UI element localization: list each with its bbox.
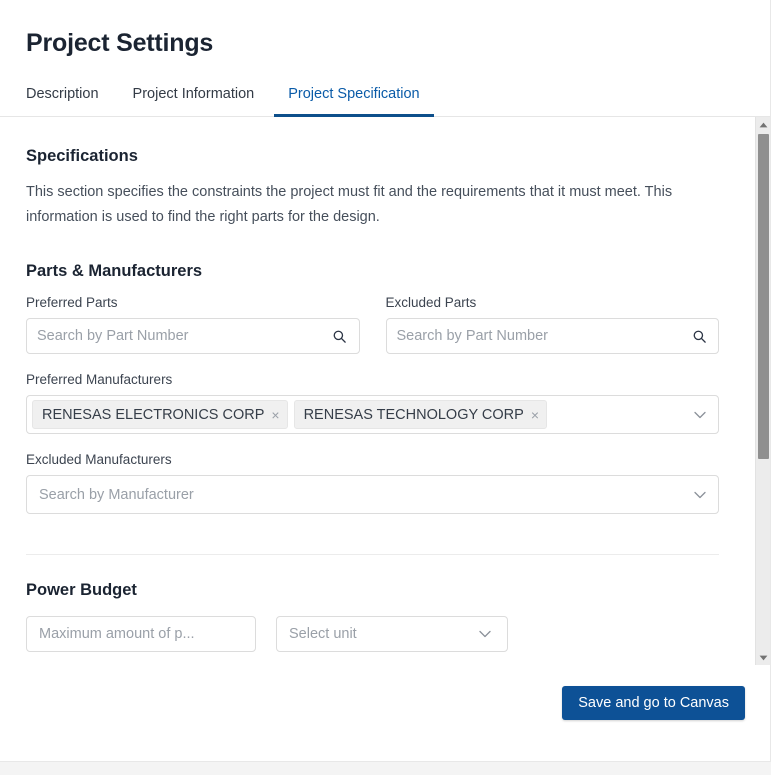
power-budget-amount-placeholder: Maximum amount of p... [39, 626, 195, 642]
excluded-manufacturers-label: Excluded Manufacturers [26, 452, 172, 467]
parts-manufacturers-heading: Parts & Manufacturers [26, 262, 203, 280]
chevron-down-icon[interactable] [692, 407, 708, 423]
preferred-parts-placeholder: Search by Part Number [37, 328, 189, 344]
tag-label: RENESAS ELECTRONICS CORP [42, 406, 265, 423]
save-and-go-to-canvas-button[interactable]: Save and go to Canvas [562, 686, 745, 720]
power-budget-heading: Power Budget [26, 581, 137, 599]
excluded-manufacturers-select[interactable]: Search by Manufacturer [26, 475, 719, 514]
preferred-parts-input[interactable]: Search by Part Number [26, 318, 360, 354]
preferred-parts-label: Preferred Parts [26, 295, 118, 310]
card-footer: Save and go to Canvas [0, 665, 770, 741]
scroll-down-arrow-icon[interactable] [756, 650, 770, 665]
tag-item[interactable]: RENESAS TECHNOLOGY CORP × [293, 400, 548, 429]
preferred-manufacturers-select[interactable]: RENESAS ELECTRONICS CORP × RENESAS TECHN… [26, 395, 719, 434]
tag-item[interactable]: RENESAS ELECTRONICS CORP × [32, 400, 288, 429]
tag-remove-icon[interactable]: × [531, 408, 539, 422]
search-icon[interactable] [690, 327, 708, 345]
excluded-parts-label: Excluded Parts [385, 295, 477, 310]
specifications-heading: Specifications [26, 147, 138, 165]
tab-project-specification[interactable]: Project Specification [274, 86, 434, 117]
tab-project-information[interactable]: Project Information [119, 86, 269, 117]
vertical-scrollbar[interactable] [755, 117, 770, 665]
power-budget-amount-input[interactable]: Maximum amount of p... [26, 616, 256, 652]
preferred-manufacturers-label: Preferred Manufacturers [26, 372, 173, 387]
specifications-description: This section specifies the constraints t… [26, 184, 673, 225]
parts-row: Preferred Parts Search by Part Number Ex… [26, 295, 719, 354]
project-settings-card: Project Settings Description Project Inf… [0, 0, 771, 762]
page-title: Project Settings [26, 29, 214, 57]
tab-description[interactable]: Description [12, 86, 113, 117]
scroll-up-arrow-icon[interactable] [756, 117, 770, 132]
chevron-down-icon[interactable] [692, 487, 708, 503]
excluded-manufacturers-placeholder: Search by Manufacturer [39, 486, 194, 503]
card-header: Project Settings [0, 0, 770, 60]
excluded-manufacturers-field: Excluded Manufacturers Search by Manufac… [26, 452, 719, 514]
excluded-parts-input[interactable]: Search by Part Number [385, 318, 719, 354]
power-budget-row: Maximum amount of p... Select unit [26, 616, 719, 652]
settings-content: Specifications This section specifies th… [0, 117, 745, 665]
chevron-down-icon[interactable] [477, 626, 493, 642]
power-budget-unit-placeholder: Select unit [289, 626, 357, 642]
tag-label: RENESAS TECHNOLOGY CORP [303, 406, 524, 423]
preferred-manufacturers-field: Preferred Manufacturers RENESAS ELECTRON… [26, 372, 719, 434]
section-divider [26, 554, 719, 555]
preferred-parts-field: Preferred Parts Search by Part Number [26, 295, 360, 354]
search-icon[interactable] [331, 327, 349, 345]
tag-remove-icon[interactable]: × [271, 408, 279, 422]
settings-scroll-region: Specifications This section specifies th… [0, 117, 770, 665]
tab-bar: Description Project Information Project … [0, 85, 770, 117]
excluded-parts-field: Excluded Parts Search by Part Number [385, 295, 719, 354]
power-budget-unit-select[interactable]: Select unit [276, 616, 508, 652]
scrollbar-thumb[interactable] [758, 134, 769, 459]
excluded-parts-placeholder: Search by Part Number [396, 328, 549, 344]
